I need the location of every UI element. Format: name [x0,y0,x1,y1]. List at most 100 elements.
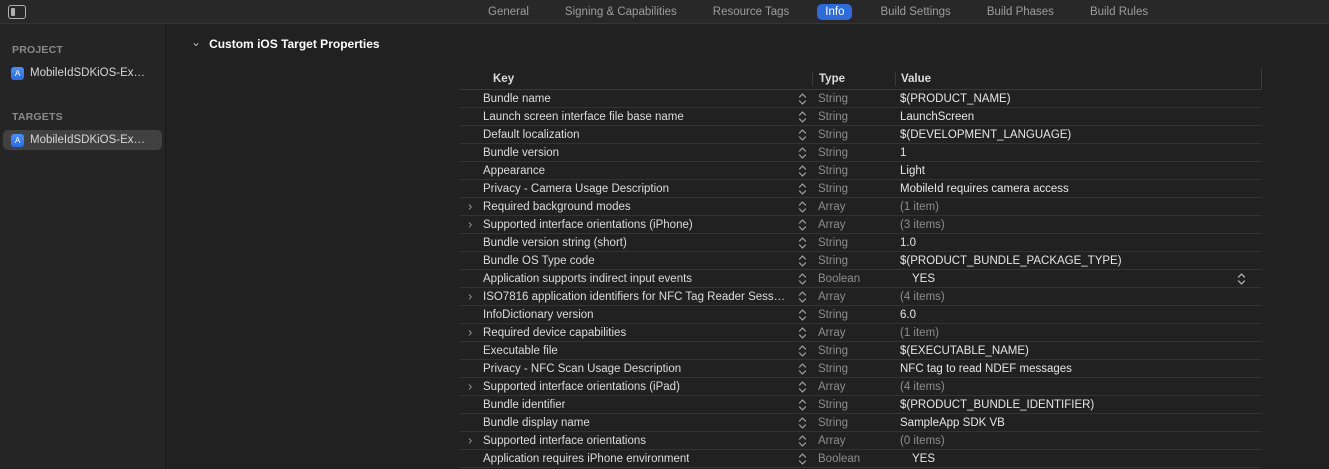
tab-build-phases[interactable]: Build Phases [979,4,1062,20]
row-type[interactable]: String [812,165,895,177]
table-row[interactable]: › Supported interface orientations (iPad… [460,378,1262,396]
tab-general[interactable]: General [480,4,537,20]
key-cell[interactable]: › Required device capabilities [460,325,812,339]
row-key[interactable]: Application supports indirect input even… [483,273,692,285]
stepper-icon[interactable] [798,398,807,411]
row-value[interactable]: (0 items) [900,435,945,447]
row-key[interactable]: Bundle name [483,93,551,105]
row-type[interactable]: Array [812,201,895,213]
key-cell[interactable]: › Launch screen interface file base name [460,111,812,123]
row-value[interactable]: SampleApp SDK VB [900,417,1005,429]
value-cell[interactable]: $(PRODUCT_BUNDLE_PACKAGE_TYPE) [895,255,1262,267]
stepper-icon[interactable] [798,254,807,267]
key-cell[interactable]: › Bundle display name [460,417,812,429]
stepper-icon[interactable] [798,164,807,177]
row-key[interactable]: Bundle identifier [483,399,565,411]
custom-properties-section-header[interactable]: ⌄ Custom iOS Target Properties [191,36,380,51]
row-key[interactable]: Executable file [483,345,558,357]
row-value[interactable]: YES [900,453,935,465]
row-key[interactable]: Bundle OS Type code [483,255,595,267]
value-cell[interactable]: YES [895,273,1262,285]
value-cell[interactable]: 1 [895,147,1262,159]
navigator-toggle-icon[interactable] [8,5,26,19]
row-type[interactable]: String [812,363,895,375]
table-row[interactable]: › Privacy - Camera Usage Description Str… [460,180,1262,198]
value-cell[interactable]: SampleApp SDK VB [895,417,1262,429]
key-cell[interactable]: › Supported interface orientations [460,433,812,447]
table-row[interactable]: › ISO7816 application identifiers for NF… [460,288,1262,306]
stepper-icon[interactable] [798,146,807,159]
key-cell[interactable]: › Bundle OS Type code [460,255,812,267]
row-type[interactable]: Array [812,381,895,393]
stepper-icon[interactable] [798,380,807,393]
tab-info[interactable]: Info [817,4,853,20]
row-type[interactable]: String [812,255,895,267]
key-cell[interactable]: › Supported interface orientations (iPad… [460,379,812,393]
key-cell[interactable]: › InfoDictionary version [460,309,812,321]
value-cell[interactable]: $(PRODUCT_NAME) [895,93,1262,105]
table-row[interactable]: › Launch screen interface file base name… [460,108,1262,126]
key-cell[interactable]: › Executable file [460,345,812,357]
row-key[interactable]: Supported interface orientations [483,435,646,447]
row-value[interactable]: (4 items) [900,381,945,393]
column-header-type[interactable]: Type [812,71,895,86]
key-cell[interactable]: › Default localization [460,129,812,141]
row-value[interactable]: (3 items) [900,219,945,231]
table-row[interactable]: › Required device capabilities Array (1 … [460,324,1262,342]
value-cell[interactable]: $(DEVELOPMENT_LANGUAGE) [895,129,1262,141]
row-value[interactable]: $(PRODUCT_BUNDLE_IDENTIFIER) [900,399,1094,411]
chevron-down-icon[interactable]: ⌄ [191,36,201,48]
disclosure-chevron-icon[interactable]: › [468,433,472,446]
value-cell[interactable]: (0 items) [895,435,1262,447]
table-row[interactable]: › Bundle identifier String $(PRODUCT_BUN… [460,396,1262,414]
key-cell[interactable]: › Appearance [460,165,812,177]
disclosure-chevron-icon[interactable]: › [468,199,472,212]
row-type[interactable]: Array [812,219,895,231]
table-row[interactable]: › Bundle version String 1 [460,144,1262,162]
row-value[interactable]: 6.0 [900,309,916,321]
table-row[interactable]: › Bundle version string (short) String 1… [460,234,1262,252]
column-header-value[interactable]: Value [895,71,1261,86]
row-type[interactable]: Boolean [812,453,895,465]
stepper-icon[interactable] [798,344,807,357]
key-cell[interactable]: › ISO7816 application identifiers for NF… [460,289,812,303]
value-cell[interactable]: (1 item) [895,327,1262,339]
value-cell[interactable]: (4 items) [895,381,1262,393]
row-key[interactable]: Bundle version string (short) [483,237,627,249]
tab-build-settings[interactable]: Build Settings [872,4,958,20]
value-cell[interactable]: Light [895,165,1262,177]
row-value[interactable]: $(PRODUCT_BUNDLE_PACKAGE_TYPE) [900,255,1122,267]
disclosure-chevron-icon[interactable]: › [468,325,472,338]
row-value[interactable]: $(EXECUTABLE_NAME) [900,345,1029,357]
table-row[interactable]: › Privacy - NFC Scan Usage Description S… [460,360,1262,378]
value-cell[interactable]: 1.0 [895,237,1262,249]
column-header-key[interactable]: Key [460,73,812,85]
row-key[interactable]: Application requires iPhone environment [483,453,689,465]
row-type[interactable]: Boolean [812,273,895,285]
stepper-icon[interactable] [798,218,807,231]
row-value[interactable]: $(PRODUCT_NAME) [900,93,1011,105]
row-value[interactable]: $(DEVELOPMENT_LANGUAGE) [900,129,1071,141]
stepper-icon[interactable] [798,434,807,447]
key-cell[interactable]: › Bundle version [460,147,812,159]
value-cell[interactable]: YES [895,453,1262,465]
key-cell[interactable]: › Application supports indirect input ev… [460,273,812,285]
row-type[interactable]: String [812,399,895,411]
table-row[interactable]: › Bundle name String $(PRODUCT_NAME) [460,90,1262,108]
row-type[interactable]: String [812,309,895,321]
stepper-icon[interactable] [798,326,807,339]
value-cell[interactable]: 6.0 [895,309,1262,321]
row-value[interactable]: (1 item) [900,327,939,339]
key-cell[interactable]: › Bundle name [460,93,812,105]
tab-resource-tags[interactable]: Resource Tags [705,4,798,20]
row-key[interactable]: Privacy - Camera Usage Description [483,183,669,195]
row-type[interactable]: String [812,129,895,141]
row-value[interactable]: YES [900,273,935,285]
row-value[interactable]: NFC tag to read NDEF messages [900,363,1072,375]
table-row[interactable]: › Application supports indirect input ev… [460,270,1262,288]
row-key[interactable]: Supported interface orientations (iPhone… [483,219,693,231]
row-key[interactable]: Default localization [483,129,580,141]
key-cell[interactable]: › Application requires iPhone environmen… [460,453,812,465]
stepper-icon[interactable] [798,452,807,465]
stepper-icon[interactable] [798,200,807,213]
